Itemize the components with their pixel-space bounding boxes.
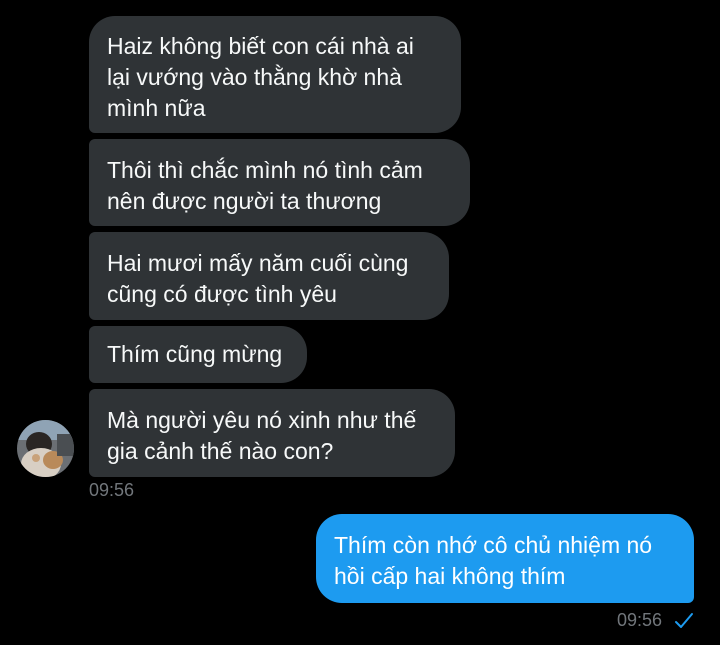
incoming-message[interactable]: Thím cũng mừng bbox=[89, 326, 307, 383]
check-icon bbox=[674, 612, 694, 630]
avatar-image bbox=[17, 420, 74, 477]
incoming-message[interactable]: Thôi thì chắc mình nó tình cảm nên được … bbox=[89, 139, 470, 226]
incoming-message[interactable]: Hai mươi mấy năm cuối cùng cũng có được … bbox=[89, 232, 449, 320]
incoming-message[interactable]: Mà người yêu nó xinh như thế gia cảnh th… bbox=[89, 389, 455, 477]
avatar[interactable] bbox=[17, 420, 74, 477]
incoming-timestamp: 09:56 bbox=[89, 480, 135, 500]
outgoing-message[interactable]: Thím còn nhớ cô chủ nhiệm nó hồi cấp hai… bbox=[316, 514, 694, 603]
outgoing-timestamp: 09:56 bbox=[617, 610, 663, 630]
incoming-message[interactable]: Haiz không biết con cái nhà ai lại vướng… bbox=[89, 16, 461, 133]
